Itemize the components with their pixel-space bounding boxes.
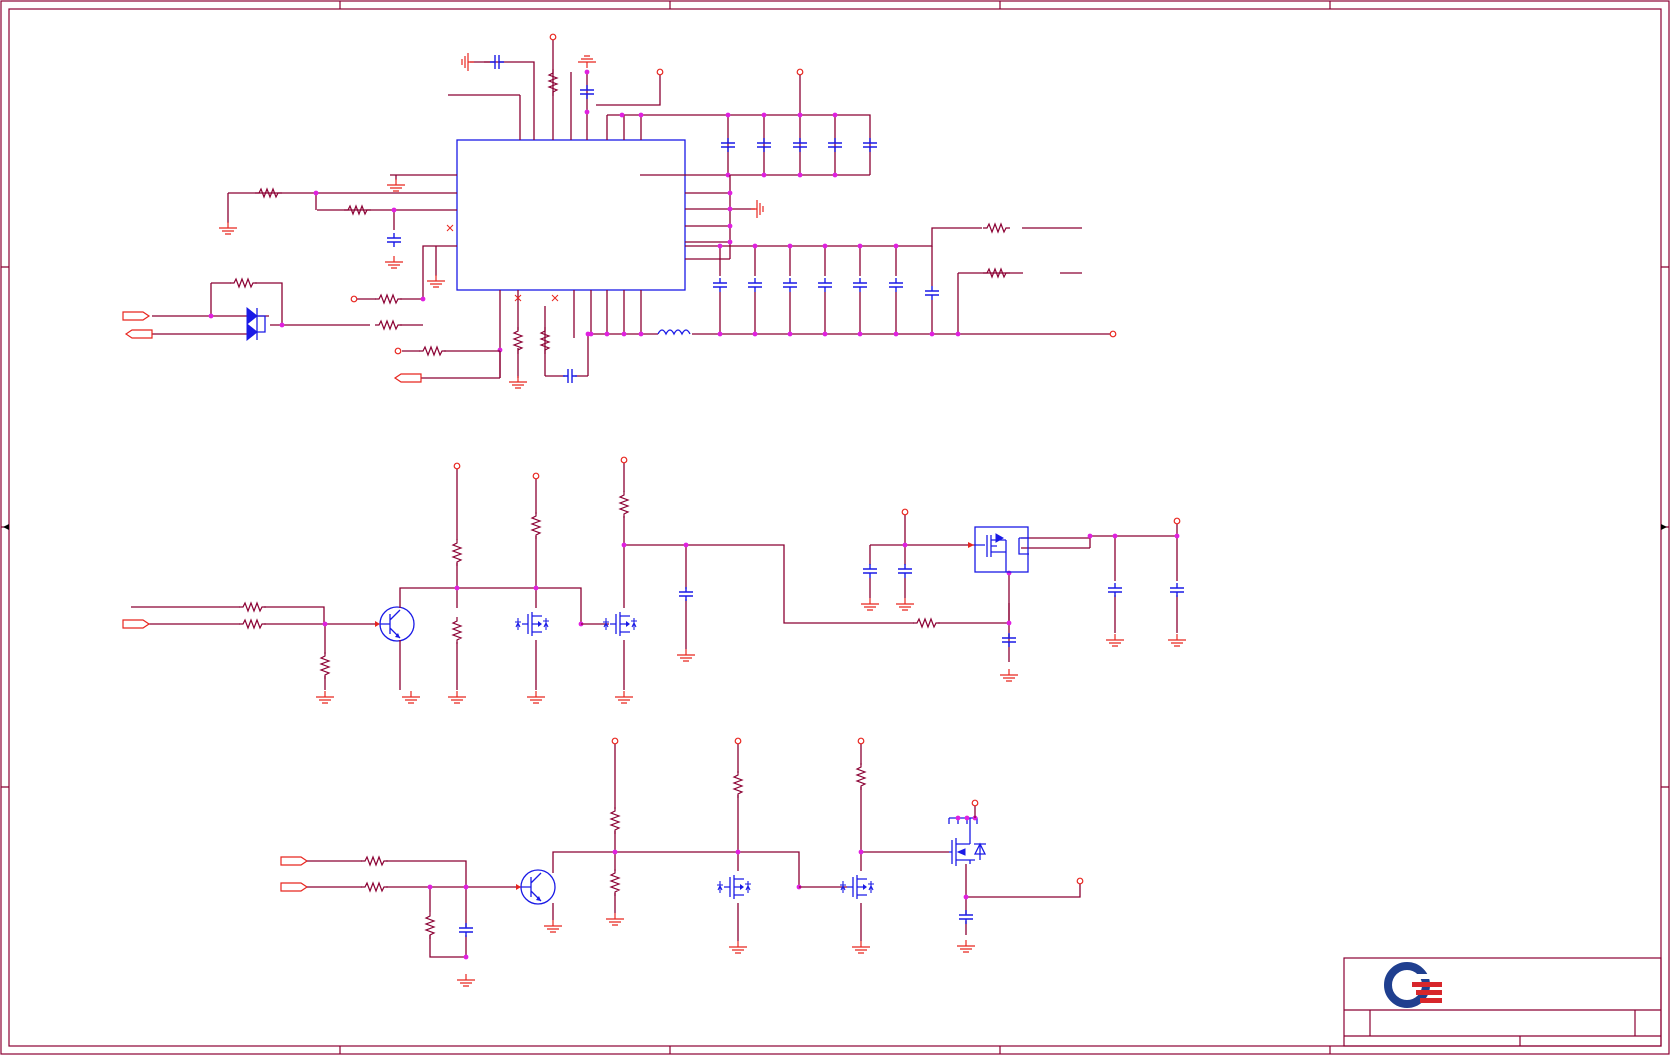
power-switch-section-1 — [122, 456, 1187, 704]
p-mosfet-switch — [948, 817, 987, 866]
tvs-diode-icon — [246, 306, 266, 342]
ic-body — [456, 139, 686, 291]
power-switch-section-2 — [280, 737, 1084, 987]
company-logo — [1384, 962, 1444, 1008]
title-block — [1343, 957, 1662, 1047]
inductor-icon — [657, 329, 691, 336]
schematic-sheet — [0, 0, 1670, 1055]
load-switch-ic — [968, 526, 1029, 573]
ic-section — [122, 33, 1117, 389]
